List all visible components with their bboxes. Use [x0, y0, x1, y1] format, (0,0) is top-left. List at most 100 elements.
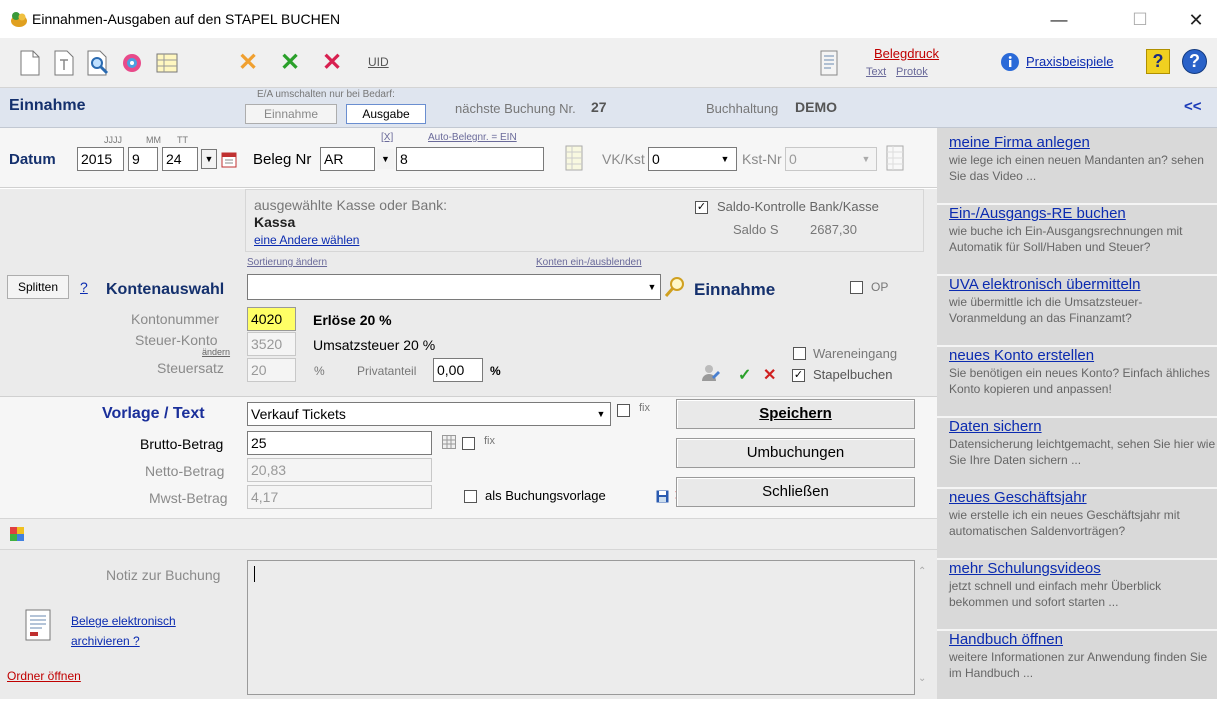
sidebar-item-geschaeftsjahr[interactable]: neues Geschäftsjahr wie erstelle ich ein… — [937, 483, 1217, 560]
beleg-prefix-dropdown[interactable]: ▼ — [377, 149, 394, 169]
praxisbeispiele-link[interactable]: Praxisbeispiele — [1026, 54, 1113, 69]
sidebar-item-handbuch[interactable]: Handbuch öffnen weitere Informationen zu… — [937, 625, 1217, 702]
scroll-down-arrow[interactable]: ⌄ — [918, 673, 926, 684]
close-button[interactable]: ✕ — [1173, 6, 1217, 34]
saldo-check-checkbox[interactable]: ✓ — [695, 201, 708, 214]
collapse-sidebar-button[interactable]: << — [1184, 98, 1202, 115]
info-icon[interactable] — [1000, 52, 1020, 72]
help-circle-icon[interactable]: ? — [1182, 49, 1207, 74]
user-edit-icon[interactable] — [700, 363, 720, 383]
sidebar-item-videos[interactable]: mehr Schulungsvideos jetzt schnell und e… — [937, 554, 1217, 631]
kontenauswahl-label: Kontenauswahl — [106, 281, 225, 298]
maximize-button[interactable]: ☐ — [1117, 6, 1163, 34]
year-input[interactable]: 2015 — [77, 147, 124, 171]
sidebar-item-title[interactable]: Daten sichern — [949, 418, 1217, 435]
protok-link[interactable]: Protok — [896, 66, 928, 78]
table-edit-icon[interactable] — [155, 50, 179, 76]
kst-dropdown-arrow[interactable]: ▼ — [857, 149, 875, 169]
open-folder-link[interactable]: Ordner öffnen — [7, 669, 81, 683]
template-document-icon[interactable] — [52, 50, 76, 76]
kontonummer-input[interactable]: 4020 — [247, 307, 296, 331]
day-input[interactable]: 24 — [162, 147, 198, 171]
vorlage-dropdown-arrow[interactable]: ▼ — [593, 404, 609, 424]
mwst-input[interactable]: 4,17 — [247, 485, 432, 509]
sidebar-item-title[interactable]: UVA elektronisch übermitteln — [949, 276, 1217, 293]
auto-beleg-link[interactable]: Auto-Belegnr. = EIN — [428, 132, 517, 143]
buchungsvorlage-checkbox[interactable] — [464, 490, 477, 503]
sidebar-item-title[interactable]: Handbuch öffnen — [949, 631, 1217, 648]
sidebar-item-title[interactable]: meine Firma anlegen — [949, 134, 1217, 151]
receipt-print-icon[interactable] — [819, 50, 839, 76]
kontonummer-label: Kontonummer — [131, 311, 219, 327]
sidebar-item-uva[interactable]: UVA elektronisch übermitteln wie übermit… — [937, 270, 1217, 347]
cancel-x-icon[interactable]: ✕ — [763, 365, 776, 385]
calculator-icon[interactable] — [442, 435, 456, 449]
text-link[interactable]: Text — [866, 66, 886, 78]
booking-section: Vorlage / Text Verkauf Tickets ▼ fix Bru… — [0, 396, 937, 518]
einnahme-button[interactable]: Einnahme — [245, 104, 337, 124]
sidebar-item-title[interactable]: Ein-/Ausgangs-RE buchen — [949, 205, 1217, 222]
beleg-prefix-select[interactable]: AR — [320, 147, 375, 171]
brutto-fix-checkbox[interactable] — [462, 437, 475, 450]
privatanteil-input[interactable]: 0,00 — [433, 358, 483, 382]
app-icon — [11, 12, 27, 27]
sidebar-item-konto[interactable]: neues Konto erstellen Sie benötigen ein … — [937, 341, 1217, 418]
sort-link[interactable]: Sortierung ändern — [247, 257, 327, 268]
sidebar-item-sichern[interactable]: Daten sichern Datensicherung leichtgemac… — [937, 412, 1217, 489]
beleg-number-input[interactable]: 8 — [396, 147, 544, 171]
sidebar-item-title[interactable]: neues Konto erstellen — [949, 347, 1217, 364]
scroll-up-arrow[interactable]: ⌃ — [918, 566, 926, 577]
stapelbuchen-checkbox[interactable]: ✓ — [792, 369, 805, 382]
sidebar-item-desc: wie lege ich einen neuen Mandanten an? s… — [949, 153, 1204, 183]
confirm-check-icon[interactable]: ✓ — [738, 365, 751, 385]
minimize-button[interactable]: — — [1036, 6, 1082, 34]
ausgabe-button[interactable]: Ausgabe — [346, 104, 426, 124]
new-document-icon[interactable] — [18, 50, 42, 76]
saldo-value: 2687,30 — [810, 222, 857, 237]
konto-dropdown-arrow[interactable]: ▼ — [645, 276, 659, 298]
month-input[interactable]: 9 — [128, 147, 158, 171]
umbuchungen-button[interactable]: Umbuchungen — [676, 438, 915, 468]
save-disk-icon[interactable] — [656, 490, 669, 503]
steuer-konto-input[interactable]: 3520 — [247, 332, 296, 356]
help-link[interactable]: ? — [80, 279, 88, 295]
uid-button[interactable]: UID — [368, 55, 389, 69]
notes-textarea[interactable] — [247, 560, 915, 695]
op-checkbox[interactable] — [850, 281, 863, 294]
delete-red-icon[interactable]: ✕ — [322, 48, 342, 77]
toggle-konten-link[interactable]: Konten ein-/ausblenden — [536, 257, 642, 268]
choose-other-cash-link[interactable]: eine Andere wählen — [254, 233, 359, 247]
vorlage-fix-checkbox[interactable] — [617, 404, 630, 417]
date-dropdown-button[interactable]: ▼ — [201, 149, 217, 169]
belegdruck-link[interactable]: Belegdruck — [874, 46, 939, 61]
sidebar-item-re-buchen[interactable]: Ein-/Ausgangs-RE buchen wie buche ich Ei… — [937, 199, 1217, 276]
grid-list-icon[interactable] — [565, 145, 583, 171]
brutto-input[interactable]: 25 — [247, 431, 432, 455]
archive-link-line2[interactable]: archivieren ? — [71, 634, 140, 648]
confirm-green-icon[interactable]: ✕ — [280, 48, 300, 77]
vorlage-select[interactable]: Verkauf Tickets — [247, 402, 611, 426]
help-book-icon[interactable]: ? — [1146, 49, 1170, 74]
sidebar-item-firma[interactable]: meine Firma anlegen wie lege ich einen n… — [937, 128, 1217, 205]
auto-beleg-toggle[interactable]: [X] — [381, 132, 393, 143]
konto-select[interactable] — [247, 274, 661, 300]
sidebar-item-title[interactable]: neues Geschäftsjahr — [949, 489, 1217, 506]
archive-link-line1[interactable]: Belege elektronisch — [71, 614, 176, 628]
color-palette-icon[interactable] — [10, 527, 24, 541]
wareneingang-checkbox[interactable] — [793, 347, 806, 360]
search-document-icon[interactable] — [86, 50, 110, 76]
sidebar-item-title[interactable]: mehr Schulungsvideos — [949, 560, 1217, 577]
cancel-orange-icon[interactable]: ✕ — [238, 48, 258, 77]
refresh-icon[interactable] — [120, 50, 144, 76]
steuer-change-link[interactable]: ändern — [202, 347, 230, 357]
close-form-button[interactable]: Schließen — [676, 477, 915, 507]
calendar-icon[interactable] — [221, 150, 237, 168]
split-button[interactable]: Splitten — [7, 275, 69, 299]
steuersatz-input[interactable]: 20 — [247, 358, 296, 382]
archive-document-icon[interactable] — [24, 608, 54, 642]
save-button[interactable]: Speichern — [676, 399, 915, 429]
netto-input[interactable]: 20,83 — [247, 458, 432, 482]
grid-list-icon-2[interactable] — [886, 145, 904, 171]
search-magnifier-icon[interactable] — [664, 276, 686, 298]
vk-dropdown-arrow[interactable]: ▼ — [716, 149, 734, 169]
